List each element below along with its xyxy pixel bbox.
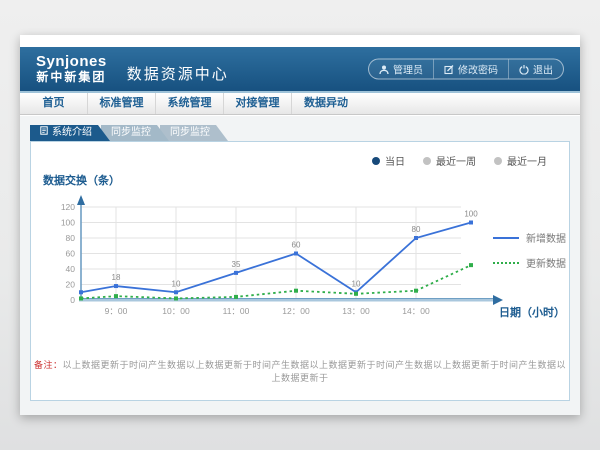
data-point-label: 10 [352, 279, 361, 288]
footnote-text: 以上数据更新于时间产生数据以上数据更新于时间产生数据以上数据更新于时间产生数据以… [63, 360, 567, 383]
x-tick-label: 14：00 [402, 306, 430, 316]
current-user-label: 管理员 [393, 62, 423, 77]
desktop-background: Synjones 新中新集团 数据资源中心 管理员 修改密码 [0, 0, 600, 450]
footnote-label: 备注： [34, 360, 63, 370]
change-password-button[interactable]: 修改密码 [433, 60, 508, 79]
y-tick-label: 80 [66, 233, 76, 243]
power-icon [519, 64, 529, 74]
app-header: Synjones 新中新集团 数据资源中心 管理员 修改密码 [20, 47, 580, 93]
data-point [79, 290, 83, 294]
tab-label: 同步监控 [111, 125, 151, 141]
tab-sync-monitor-1[interactable]: 同步监控 [101, 125, 169, 141]
y-tick-label: 60 [66, 249, 76, 259]
data-point-label: 100 [464, 210, 478, 219]
tab-label: 同步监控 [170, 125, 210, 141]
x-tick-label: 11：00 [223, 306, 250, 316]
data-point [414, 236, 418, 240]
app-window: Synjones 新中新集团 数据资源中心 管理员 修改密码 [20, 35, 580, 415]
radio-label: 当日 [385, 153, 405, 168]
data-point [294, 289, 298, 293]
current-user-button[interactable]: 管理员 [369, 60, 433, 79]
data-point [174, 296, 178, 300]
tab-sync-monitor-2[interactable]: 同步监控 [160, 125, 228, 141]
main-nav: 首页 标准管理 系统管理 对接管理 数据异动 [20, 93, 580, 115]
logout-label: 退出 [533, 62, 553, 77]
data-point [354, 292, 358, 296]
data-point-label: 35 [232, 260, 241, 269]
data-point-label: 80 [412, 225, 421, 234]
x-tick-label: 10：00 [162, 306, 190, 316]
company-name: 新中新集团 [36, 71, 107, 84]
legend-item-new-data: 新增数据 [493, 230, 566, 245]
legend-label: 新增数据 [526, 230, 566, 245]
data-point [294, 252, 298, 256]
nav-item-system-mgmt[interactable]: 系统管理 [156, 93, 224, 114]
radio-last-week[interactable]: 最近一周 [423, 153, 476, 168]
y-tick-label: 100 [61, 218, 75, 228]
data-point [234, 295, 238, 299]
dotted-line-swatch [493, 262, 519, 264]
solid-line-swatch [493, 237, 519, 239]
data-point [79, 296, 83, 300]
legend-item-updated-data: 更新数据 [493, 255, 566, 270]
radio-dot [494, 157, 502, 165]
y-tick-label: 120 [61, 202, 75, 212]
x-tick-label: 13：00 [342, 306, 370, 316]
brand-name: Synjones [36, 54, 107, 71]
data-point [234, 271, 238, 275]
footnote: 备注：以上数据更新于时间产生数据以上数据更新于时间产生数据以上数据更新于时间产生… [31, 358, 569, 384]
data-point-label: 18 [112, 273, 121, 282]
user-menu: 管理员 修改密码 退出 [368, 59, 564, 80]
change-password-label: 修改密码 [458, 62, 498, 77]
data-point-label: 10 [172, 279, 181, 288]
radio-today[interactable]: 当日 [372, 153, 405, 168]
nav-item-home[interactable]: 首页 [20, 93, 88, 114]
radio-label: 最近一月 [507, 153, 547, 168]
data-point [469, 221, 473, 225]
page-title: 数据资源中心 [127, 55, 229, 84]
nav-item-data-change[interactable]: 数据异动 [292, 93, 360, 114]
chart-panel: 当日 最近一周 最近一月 数据交换（条） 0 20 40 60 80 100 120 9：00… [30, 141, 570, 401]
y-tick-label: 0 [70, 295, 75, 305]
radio-dot [372, 157, 380, 165]
y-axis-arrow [77, 195, 85, 205]
nav-item-standard-mgmt[interactable]: 标准管理 [88, 93, 156, 114]
legend-label: 更新数据 [526, 255, 566, 270]
tab-bar: 系统介绍 同步监控 同步监控 [30, 125, 219, 141]
x-tick-label: 12：00 [282, 306, 310, 316]
radio-label: 最近一周 [436, 153, 476, 168]
series-line-1 [81, 265, 471, 298]
user-icon [379, 64, 389, 74]
y-tick-label: 40 [66, 264, 76, 274]
data-point [174, 290, 178, 294]
brand-logo: Synjones 新中新集团 [36, 54, 107, 84]
data-point-label: 60 [292, 241, 301, 250]
x-tick-label: 9：00 [105, 306, 128, 316]
data-point [469, 263, 473, 267]
data-point [114, 284, 118, 288]
tab-system-intro[interactable]: 系统介绍 [30, 125, 110, 141]
x-axis-title: 日期（小时） [499, 304, 565, 320]
radio-last-month[interactable]: 最近一月 [494, 153, 547, 168]
radio-dot [423, 157, 431, 165]
data-point [414, 289, 418, 293]
edit-icon [444, 64, 454, 74]
time-range-filter: 当日 最近一周 最近一月 [372, 153, 547, 168]
content-area: 系统介绍 同步监控 同步监控 当日 最近一周 [20, 116, 580, 415]
y-axis-title: 数据交换（条） [43, 172, 120, 188]
chart-canvas: 0 20 40 60 80 100 120 9：00 10：00 11：00 12：00 13：00 1… [41, 190, 521, 330]
document-icon [40, 125, 48, 141]
chart-legend: 新增数据 更新数据 [493, 230, 566, 280]
logout-button[interactable]: 退出 [508, 60, 563, 79]
y-tick-label: 20 [66, 280, 76, 290]
line-chart: 0 20 40 60 80 100 120 9：00 10：00 11：00 12：00 13：00 1… [41, 190, 521, 330]
nav-item-interface-mgmt[interactable]: 对接管理 [224, 93, 292, 114]
tab-label: 系统介绍 [52, 125, 92, 141]
data-point [114, 294, 118, 298]
